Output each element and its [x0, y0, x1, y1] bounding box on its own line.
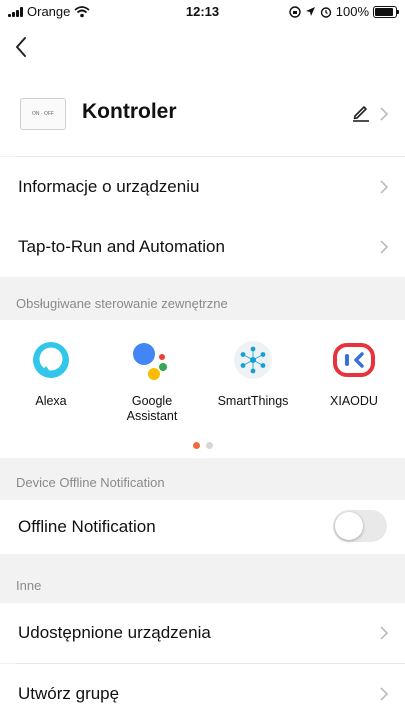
- nav-bar: [0, 24, 405, 74]
- chevron-right-icon: [380, 107, 389, 121]
- integration-label: Alexa: [35, 394, 67, 408]
- tap-to-run-label: Tap-to-Run and Automation: [18, 237, 225, 256]
- page-indicator: [0, 442, 405, 449]
- other-section-label: Inne: [16, 578, 42, 593]
- alexa-icon: [29, 338, 73, 382]
- chevron-right-icon: [380, 180, 389, 194]
- integration-alexa[interactable]: Alexa: [6, 338, 96, 409]
- device-header[interactable]: ON · OFF Kontroler: [0, 74, 405, 156]
- battery-fill: [375, 7, 393, 16]
- google-assistant-icon: [130, 338, 174, 382]
- back-chevron-icon[interactable]: [10, 32, 34, 62]
- offline-notification-toggle[interactable]: [333, 510, 387, 542]
- integrations-panel: Alexa Google Assistant SmartThings XIAOD…: [0, 320, 405, 458]
- shared-devices-row[interactable]: Udostępnione urządzenia: [0, 603, 405, 663]
- toggle-knob: [335, 512, 363, 540]
- smartthings-icon: [231, 338, 275, 382]
- integration-google-assistant[interactable]: Google Assistant: [107, 338, 197, 424]
- integration-xiaodu[interactable]: XIAODU: [309, 338, 399, 409]
- integrations-section-label: Obsługiwane sterowanie zewnętrzne: [16, 296, 228, 311]
- tap-to-run-row[interactable]: Tap-to-Run and Automation: [0, 217, 405, 277]
- status-icons: 100%: [289, 4, 399, 19]
- xiaodu-icon: [332, 338, 376, 382]
- device-name: Kontroler: [82, 100, 177, 123]
- battery-percent: 100%: [335, 4, 369, 19]
- page-dot[interactable]: [205, 442, 213, 449]
- page-dot-active[interactable]: [192, 442, 200, 449]
- chevron-right-icon: [380, 626, 389, 640]
- shared-devices-label: Udostępnione urządzenia: [18, 623, 211, 642]
- offline-notification-row: Offline Notification: [0, 500, 405, 554]
- chevron-right-icon: [380, 687, 389, 701]
- device-info-row[interactable]: Informacje o urządzeniu: [0, 157, 405, 217]
- create-group-row[interactable]: Utwórz grupę: [0, 664, 405, 724]
- device-thumb-text: ON · OFF: [32, 111, 54, 117]
- device-thumbnail: ON · OFF: [20, 98, 66, 130]
- offline-section-label: Device Offline Notification: [16, 475, 165, 490]
- integration-label: Google Assistant: [126, 394, 178, 423]
- create-group-label: Utwórz grupę: [18, 684, 120, 703]
- integration-label: SmartThings: [217, 394, 289, 408]
- alarm-icon: [320, 6, 331, 18]
- integration-smartthings[interactable]: SmartThings: [208, 338, 298, 409]
- battery-icon: [373, 5, 399, 18]
- chevron-right-icon: [380, 240, 389, 254]
- integration-label: XIAODU: [330, 394, 378, 408]
- lock-rotation-icon: [289, 5, 301, 18]
- location-icon: [305, 7, 315, 16]
- offline-notification-label: Offline Notification: [18, 517, 156, 536]
- device-info-label: Informacje o urządzeniu: [18, 177, 200, 196]
- status-bar: Orange 12:13 100%: [0, 0, 405, 24]
- edit-pencil-icon[interactable]: [351, 102, 371, 122]
